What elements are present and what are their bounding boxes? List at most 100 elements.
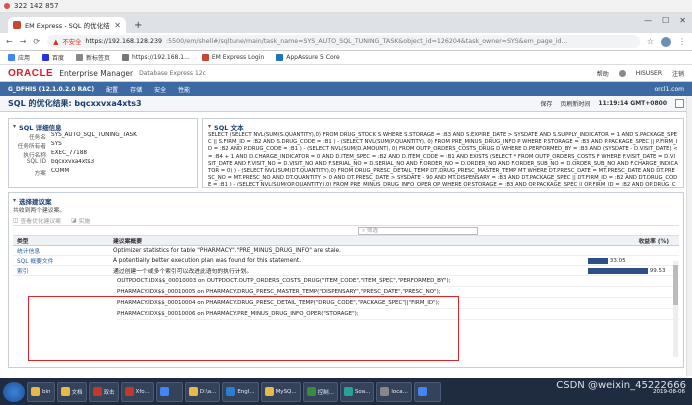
recommendation-type-link[interactable]: SQL 概要文件 (13, 256, 113, 265)
url-path: :5500/em/shell#/sqltune/main/task_name=S… (166, 38, 568, 45)
recommendations-panel: ▾ 选择建议案 共收到两个建议案。 ◫ 查看优化建议案 ◪ 实施 ⌕ 筛选 类型 建… (8, 192, 684, 368)
logout-link[interactable]: 注销 (672, 69, 684, 78)
taskbar-item[interactable] (155, 381, 183, 402)
back-arrow-icon[interactable]: ← (6, 37, 13, 46)
benefit-cell: 99.53 (588, 267, 673, 274)
user-icon (618, 69, 626, 77)
detail-value: bqcxxvxa4xts3 (51, 159, 95, 165)
collapse-icon[interactable]: ▾ (208, 123, 211, 130)
recommendation-row[interactable]: SQL 概要文件 A potentially better execution p… (13, 256, 679, 266)
column-summary[interactable]: 建议案概要 (113, 236, 588, 245)
remote-id: 322 142 857 (14, 2, 59, 10)
taskbar-label: Engl... (237, 388, 255, 395)
recommendation-type-link[interactable]: 统计信息 (13, 246, 113, 255)
implement-icon: ◪ (71, 217, 77, 224)
bookmark-label: 新标签页 (86, 55, 111, 62)
view-recommendation-button[interactable]: ◫ 查看优化建议案 (13, 216, 61, 226)
menu-performance[interactable]: 性能 (178, 85, 190, 94)
taskbar-label: bin (42, 388, 51, 395)
bookmark-icon (42, 54, 50, 61)
taskbar-item[interactable]: Soa... (339, 381, 375, 402)
taskbar-item[interactable]: 文档 (56, 381, 87, 402)
browser-tabbar: EM Express - SQL 的优化结果: b ✕ + — ☐ ✕ (0, 13, 692, 33)
recommendations-title: 选择建议案 (19, 197, 52, 206)
bookmark-icon (122, 54, 130, 61)
taskbar-item[interactable]: bin (27, 381, 55, 402)
sql-text-title: SQL 文本 (214, 123, 244, 132)
refresh-time: 11:19:14 GMT+0800 (598, 100, 667, 107)
taskbar-item[interactable]: 控制... (302, 381, 338, 402)
refresh-icon[interactable] (675, 99, 684, 108)
bookmark-item[interactable]: AppAssure 5 Core (276, 54, 340, 61)
bookmark-item[interactable]: 应用 (8, 53, 30, 62)
recommendation-row[interactable]: 统计信息 Optimizer statistics for table "PHAR… (13, 246, 679, 256)
scrollbar-thumb[interactable] (673, 265, 678, 305)
page-scrollbar[interactable] (686, 96, 692, 376)
collapse-icon[interactable]: ▾ (13, 197, 16, 204)
taskbar-app-icon (417, 387, 427, 396)
bookmark-item[interactable]: https://192.168.1... (122, 54, 190, 61)
filter-input[interactable]: ⌕ 筛选 (358, 226, 478, 235)
tab-title: EM Express - SQL 的优化结果: b (25, 22, 110, 30)
close-tab-icon[interactable]: ✕ (114, 21, 121, 30)
bookmark-label: 百度 (52, 55, 65, 62)
taskbar-item[interactable]: D:\a... (184, 381, 221, 402)
column-type[interactable]: 类型 (13, 236, 113, 245)
bookmark-label: EM Express Login (211, 54, 265, 61)
recommendation-row[interactable]: 索引 通过创建一个或多个索引可以改进此语句的执行计划。 99.53 (13, 266, 679, 276)
sql-text-panel: ▾ SQL 文本 SELECT (SELECT NVL(SUM(S.QUANTI… (202, 118, 684, 188)
taskbar-app-icon (124, 387, 134, 396)
database-name[interactable]: G_DFHIS (12.1.0.2.0 RAC) (8, 86, 94, 93)
profile-avatar[interactable] (661, 36, 671, 47)
benefit-cell: 33.05 (588, 257, 673, 264)
menu-config[interactable]: 配置 (106, 85, 118, 94)
implement-button[interactable]: ◪ 实施 (71, 216, 90, 226)
recommendation-summary: 通过创建一个或多个索引可以改进此语句的执行计划。 (113, 269, 253, 275)
taskbar-item[interactable]: Engl... (222, 381, 259, 402)
recommendations-header[interactable]: ▾ 选择建议案 (13, 195, 679, 206)
new-tab-button[interactable]: + (134, 20, 142, 31)
taskbar-label: 控制... (317, 389, 334, 396)
menu-storage[interactable]: 存储 (130, 85, 142, 94)
bookmark-item[interactable]: 百度 (42, 53, 64, 62)
taskbar-item[interactable]: MySQ... (260, 381, 301, 402)
sql-statement: SELECT (SELECT NVL(SUM(S.QUANTITY),0) FR… (208, 132, 678, 186)
bookmark-icon (76, 54, 84, 61)
start-button[interactable] (3, 381, 25, 402)
sql-details-panel: ▾ SQL 详细信息 任务名 SYS_AUTO_SQL_TUNING_TASK 任… (8, 118, 198, 188)
taskbar-item[interactable]: loca... (376, 381, 412, 402)
index-recommendation-line: OUTPDOCT.IDX$$_00010003 on OUTPDOCT.OUTP… (117, 276, 679, 287)
column-benefit[interactable]: 收益率 (%) (588, 236, 673, 245)
sql-text-header[interactable]: ▾ SQL 文本 (208, 121, 678, 132)
taskbar-app-icon (60, 387, 70, 396)
minimize-icon[interactable]: — (644, 16, 652, 25)
recommendations-count: 共收到两个建议案。 (13, 208, 66, 214)
browser-tab[interactable]: EM Express - SQL 的优化结果: b ✕ (8, 17, 126, 33)
bookmark-item[interactable]: EM Express Login (201, 54, 265, 61)
taskbar-item[interactable] (413, 381, 441, 402)
help-link[interactable]: 帮助 (597, 69, 609, 78)
taskbar-item[interactable]: Xfo... (120, 381, 154, 402)
forward-arrow-icon[interactable]: → (20, 37, 27, 46)
reload-icon[interactable]: ⟳ (33, 37, 40, 46)
recommendations-scrollbar[interactable] (673, 261, 678, 357)
recommendations-table-header: 类型 建议案概要 收益率 (%) (13, 236, 679, 246)
bookmark-star-icon[interactable]: ☆ (647, 37, 654, 46)
collapse-icon[interactable]: ▾ (13, 123, 16, 130)
taskbar-item[interactable]: 双击 (88, 381, 119, 402)
maximize-icon[interactable]: ☐ (662, 16, 669, 25)
taskbar-app-icon (380, 387, 390, 396)
watermark: CSDN @weixin_45222666 (556, 380, 686, 391)
save-button[interactable]: 保存 (540, 99, 552, 108)
taskbar-app-icon (306, 387, 316, 396)
detail-key: 执行名称 (23, 153, 46, 159)
close-window-icon[interactable]: ✕ (679, 16, 686, 25)
recommendation-type-link[interactable]: 索引 (13, 266, 113, 275)
detail-row: 方案 COMM (13, 168, 193, 177)
url-field[interactable]: ▲ 不安全 https://192.168.128.239 :5500/em/s… (47, 35, 640, 48)
detail-key: SQL ID (26, 159, 46, 165)
browser-menu-icon[interactable]: ⋮ (678, 37, 686, 46)
bookmark-item[interactable]: 新标签页 (76, 53, 110, 62)
menu-security[interactable]: 安全 (154, 85, 166, 94)
sql-details-header[interactable]: ▾ SQL 详细信息 (13, 121, 193, 132)
